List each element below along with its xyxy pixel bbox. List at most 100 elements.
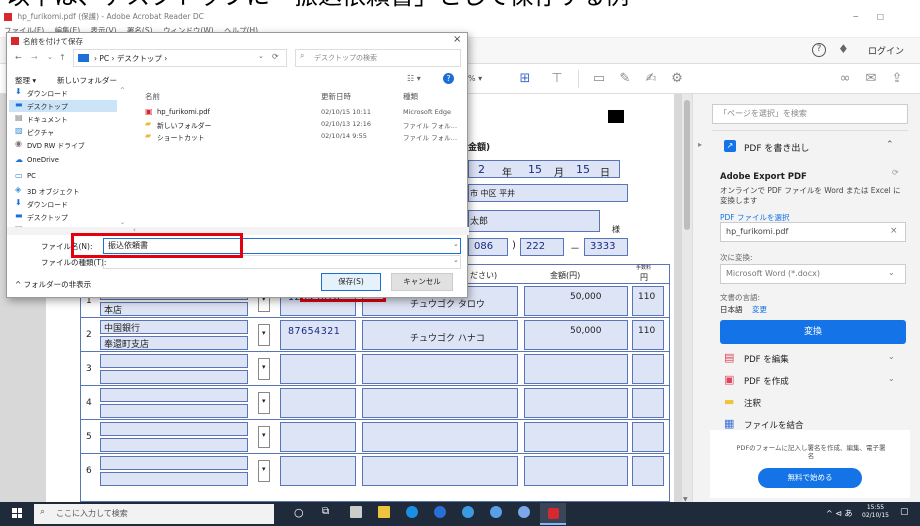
organize-button[interactable]: 整理 ▾ [15,75,36,86]
tray-icons[interactable]: ^ ⊲ あ [826,508,853,519]
zoom-level[interactable]: % ▾ [468,74,482,83]
view-options-icon[interactable]: ☷ ▾ [407,74,421,83]
account-number-field[interactable] [280,422,356,452]
app-icon-3[interactable] [518,506,530,518]
taskbar-search-input[interactable]: ここに入力して検索 [34,504,274,524]
scroll-left-icon[interactable]: ‹ [133,226,136,234]
bank-field[interactable] [100,422,248,436]
share-icon[interactable]: ⇪ [888,70,906,88]
filetype-select[interactable] [103,255,461,269]
collapse-icon[interactable]: ⌃ [886,140,894,150]
branch-field[interactable] [100,302,248,316]
nav-item[interactable]: ▭ PC [9,171,117,183]
branch-field[interactable] [100,438,248,452]
clock[interactable]: 15:55 02/10/15 [862,504,889,520]
pane-toggle-icon[interactable]: ▸ [698,140,702,149]
amount-field[interactable] [524,354,628,384]
sign-icon[interactable]: ✍ [642,70,660,88]
edge-icon[interactable] [406,506,418,518]
selected-file-field[interactable]: hp_furikomi.pdf [720,222,906,242]
bell-icon[interactable]: ♦ [838,42,849,56]
bank-field[interactable] [100,354,248,368]
help-icon[interactable]: ? [812,43,826,57]
nav-scroll-up-icon[interactable]: ^ [120,87,125,94]
refresh-icon[interactable]: ⟳ [272,52,279,61]
fee-field[interactable] [632,354,664,384]
nav-item[interactable]: ⬇ ダウンロード [9,87,117,99]
file-row[interactable]: ▰ 新しいフォルダー 02/10/13 12:16 ファイル フォルダー [141,119,463,131]
account-number-field[interactable] [280,388,356,418]
filename-dropdown-icon[interactable]: ⌄ [453,240,459,248]
document-scroll-thumb[interactable] [684,100,690,230]
ie-icon[interactable] [434,506,446,518]
bank-field[interactable] [100,456,248,470]
payee-kana-field[interactable] [362,354,518,384]
nav-item[interactable]: ◈ 3D オブジェクト [9,185,117,197]
explorer-icon[interactable] [378,506,390,518]
notification-icon[interactable]: ▢ [900,507,909,517]
file-row[interactable]: ▰ ショートカット 02/10/14 9:55 ファイル フォルダー [141,131,463,143]
tool-expand-icon[interactable]: ⌄ [888,374,895,383]
payee-kana-field[interactable] [362,456,518,486]
address-dropdown-icon[interactable]: ⌄ [258,52,264,60]
doc-lang-change-link[interactable]: 変更 [752,304,767,315]
new-folder-button[interactable]: 新しいフォルダー [57,75,117,86]
branch-field[interactable] [100,472,248,486]
nav-scroll-down-icon[interactable]: ⌄ [120,219,125,226]
windows-start-icon[interactable] [12,508,22,518]
comment-icon[interactable]: ▭ [590,70,608,88]
nav-item[interactable]: ▨ ピクチャ [9,126,117,138]
payee-kana-field[interactable] [362,388,518,418]
login-link[interactable]: ログイン [868,44,904,57]
bank-field[interactable] [100,388,248,402]
tools-icon[interactable]: ⚙ [668,70,686,88]
account-number-field[interactable] [280,456,356,486]
convert-to-select[interactable]: Microsoft Word (*.docx) [720,264,906,284]
nav-item[interactable]: ☁ OneDrive [9,155,117,167]
date-field[interactable] [468,160,620,178]
back-icon[interactable]: ← [15,53,22,62]
column-type[interactable]: 種類 [403,91,418,102]
horizontal-scrollbar[interactable] [7,227,469,235]
forward-icon[interactable]: → [31,53,38,62]
fee-field[interactable] [632,388,664,418]
nav-item[interactable]: ▬ デスクトップ [9,100,117,112]
close-icon[interactable]: × [453,34,461,45]
hide-folders-toggle[interactable]: ^ フォルダーの非表示 [15,279,91,290]
save-button[interactable]: 保存(S) [321,273,381,291]
fee-field[interactable] [632,456,664,486]
pane-search-input[interactable]: 「ページを選択」を検索 [712,104,908,124]
column-date[interactable]: 更新日時 [321,91,351,102]
file-row[interactable]: ▣ hp_furikomi.pdf 02/10/15 10:11 Microso… [141,107,463,119]
store-icon[interactable] [350,506,362,518]
nav-item[interactable]: ▬ デスクトップ [9,211,117,223]
link-icon[interactable]: ∞ [836,70,854,88]
cancel-button[interactable]: キャンセル [391,273,453,291]
app-icon-1[interactable] [462,506,474,518]
acrobat-taskbar-button[interactable] [540,503,566,525]
branch-field[interactable] [100,370,248,384]
nav-item[interactable]: ▤ ドキュメント [9,113,117,125]
export-pdf-label[interactable]: PDF を書き出し [744,141,809,154]
clear-file-icon[interactable]: × [890,226,898,236]
tool-expand-icon[interactable]: ⌄ [888,352,895,361]
filetype-dropdown-icon[interactable]: ⌄ [453,256,459,264]
filename-input[interactable]: 振込依頼書 [103,238,461,254]
fee-field[interactable] [632,422,664,452]
tool-item[interactable]: ▬ 注釈 [718,394,908,412]
branch-field[interactable] [100,404,248,418]
amount-field[interactable] [524,422,628,452]
convert-button[interactable]: 変換 [720,320,906,344]
promo-button[interactable]: 無料で始める [758,468,862,488]
column-name[interactable]: 名前 [145,91,160,102]
amount-field[interactable] [524,456,628,486]
refresh-icon[interactable]: ⟳ [892,168,899,177]
minimize-icon[interactable]: ─ [853,10,858,24]
dialog-search-input[interactable]: デスクトップの検索 [295,49,461,67]
app-icon-2[interactable] [490,506,502,518]
address-bar[interactable]: › PC › デスクトップ › ⌄ ⟳ [73,49,287,67]
task-view-icon[interactable]: ⧉ [322,506,329,517]
recent-icon[interactable]: ⌄ [47,53,53,61]
fit-page-icon[interactable]: ⊞ [516,70,534,88]
tool-item[interactable]: ▤ PDF を編集 ⌄ [718,350,908,368]
